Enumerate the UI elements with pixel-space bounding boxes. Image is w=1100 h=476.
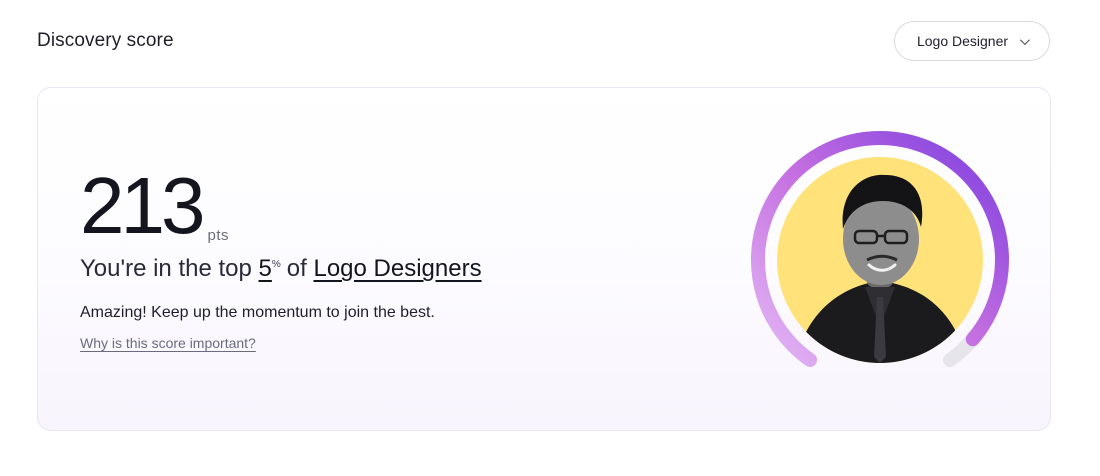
score-gauge (748, 128, 1012, 378)
page: Discovery score Logo Designer 213 pts Yo… (0, 0, 1100, 476)
score-value: 213 (80, 161, 206, 250)
rank-of: of (286, 255, 307, 282)
score-unit: pts (207, 227, 229, 244)
rank-group-link[interactable]: Logo Designers (313, 255, 481, 282)
score-message: Amazing! Keep up the momentum to join th… (80, 304, 435, 321)
avatar (777, 157, 983, 363)
rank-prefix: You're in the top (80, 255, 252, 282)
page-title: Discovery score (37, 30, 174, 51)
why-score-important-link[interactable]: Why is this score important? (80, 335, 256, 351)
score-row: 213 pts (80, 166, 229, 246)
role-select-dropdown[interactable]: Logo Designer (894, 21, 1050, 61)
discovery-score-card: 213 pts You're in the top 5% of Logo Desi… (37, 87, 1051, 431)
rank-line: You're in the top 5% of Logo Designers (80, 255, 482, 283)
rank-percent: 5 (258, 255, 272, 282)
profile-photo (777, 157, 983, 363)
role-select-label: Logo Designer (916, 33, 1009, 49)
chevron-down-icon (1019, 34, 1030, 45)
rank-percent-symbol: % (271, 259, 281, 270)
